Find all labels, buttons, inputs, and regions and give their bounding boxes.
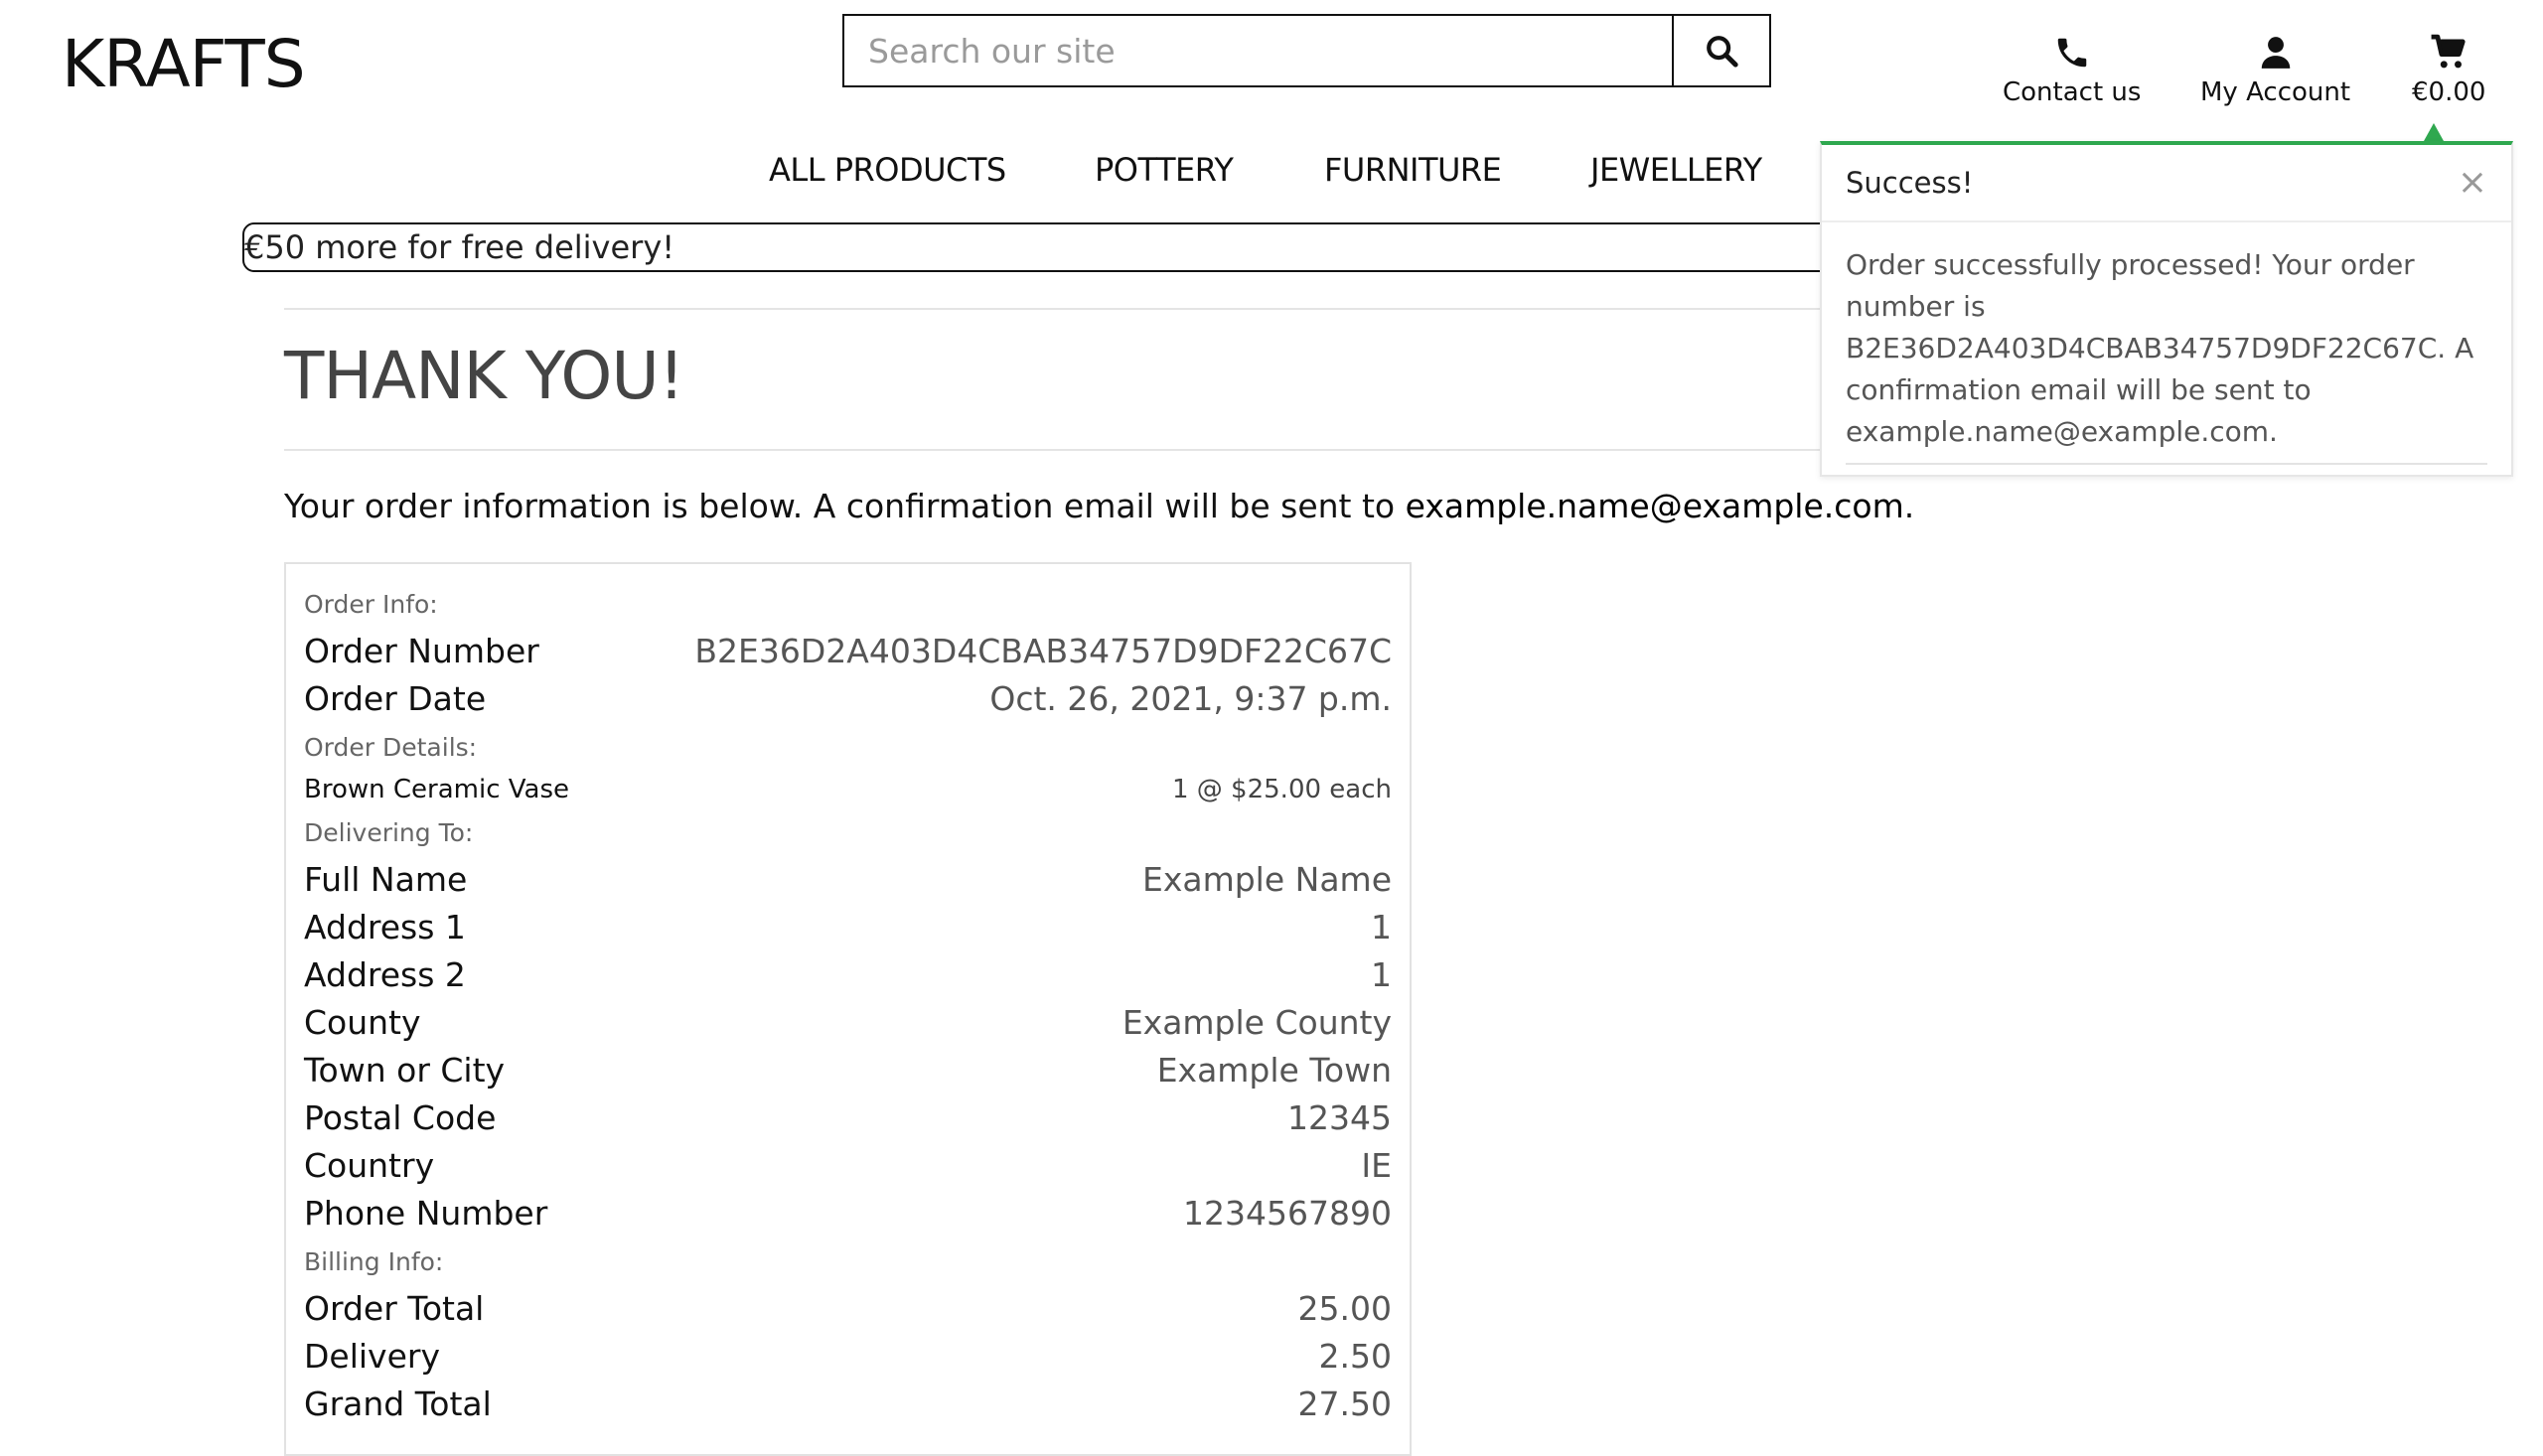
order-date-label: Order Date <box>304 679 487 718</box>
close-icon[interactable]: × <box>2458 165 2487 201</box>
item-quantity: 1 @ $25.00 each <box>1171 775 1392 804</box>
cart-total: €0.00 <box>2412 77 2486 107</box>
toast-header: Success! × <box>1822 145 2511 222</box>
cart-icon <box>2431 34 2466 69</box>
cart-link[interactable]: €0.00 <box>2412 34 2485 107</box>
toast-message: Order successfully processed! Your order… <box>1846 248 2474 448</box>
search-button[interactable] <box>1672 16 1769 85</box>
toast-divider <box>1846 463 2487 465</box>
intro-text-end: . <box>1903 487 1915 525</box>
billing-info-heading: Billing Info: <box>304 1247 444 1276</box>
item-name: Brown Ceramic Vase <box>304 775 569 804</box>
nav-all-products[interactable]: ALL PRODUCTS <box>769 151 1006 189</box>
nav-pottery[interactable]: POTTERY <box>1095 151 1234 189</box>
success-toast: Success! × Order successfully processed!… <box>1820 141 2513 477</box>
order-details-heading: Order Details: <box>304 733 478 762</box>
brand-logo[interactable]: KRAFTS <box>62 26 306 102</box>
delivering-to-heading: Delivering To: <box>304 818 474 847</box>
phone-icon <box>2057 38 2086 68</box>
grand-total-label: Grand Total <box>304 1384 492 1423</box>
toast-title: Success! <box>1846 166 1974 200</box>
toast-arrow <box>2424 123 2444 141</box>
delivery-label: Delivery <box>304 1337 440 1376</box>
nav-jewellery[interactable]: JEWELLERY <box>1590 151 1762 189</box>
address2-label: Address 2 <box>304 955 466 994</box>
intro-text-main: Your order information is below. A confi… <box>284 487 1406 525</box>
search-icon <box>1707 36 1738 68</box>
delivery-value: 2.50 <box>1318 1337 1392 1376</box>
county-label: County <box>304 1003 421 1042</box>
order-total-value: 25.00 <box>1297 1289 1392 1328</box>
phone-value: 1234567890 <box>1183 1194 1392 1233</box>
address2-value: 1 <box>1371 955 1392 994</box>
order-number-value: B2E36D2A403D4CBAB34757D9DF22C67C <box>694 632 1392 670</box>
country-value: IE <box>1361 1146 1392 1185</box>
my-account-label: My Account <box>2200 77 2351 107</box>
order-date-value: Oct. 26, 2021, 9:37 p.m. <box>989 679 1392 718</box>
town-value: Example Town <box>1156 1051 1392 1090</box>
town-label: Town or City <box>304 1051 506 1090</box>
nav-furniture[interactable]: FURNITURE <box>1324 151 1502 189</box>
order-summary-card: Order Info: Order Number B2E36D2A403D4CB… <box>284 562 1412 1456</box>
order-number-label: Order Number <box>304 632 539 670</box>
order-info-heading: Order Info: <box>304 590 438 619</box>
contact-us-link[interactable]: Contact us <box>2003 34 2141 107</box>
full-name-value: Example Name <box>1141 860 1392 899</box>
county-value: Example County <box>1122 1003 1392 1042</box>
phone-label: Phone Number <box>304 1194 548 1233</box>
search-bar <box>842 14 1771 87</box>
grand-total-value: 27.50 <box>1297 1384 1392 1423</box>
search-input[interactable] <box>844 16 1672 85</box>
address1-label: Address 1 <box>304 908 466 946</box>
intro-text: Your order information is below. A confi… <box>284 487 1914 525</box>
toast-body: Order successfully processed! Your order… <box>1822 222 2511 465</box>
page-title: THANK YOU! <box>284 338 684 414</box>
user-icon <box>2261 37 2290 69</box>
intro-email: example.name@example.com <box>1405 487 1904 525</box>
my-account-link[interactable]: My Account <box>2200 34 2350 107</box>
postal-code-label: Postal Code <box>304 1098 497 1137</box>
postal-code-value: 12345 <box>1287 1098 1392 1137</box>
contact-us-label: Contact us <box>2003 77 2142 107</box>
order-total-label: Order Total <box>304 1289 485 1328</box>
address1-value: 1 <box>1371 908 1392 946</box>
full-name-label: Full Name <box>304 860 468 899</box>
country-label: Country <box>304 1146 435 1185</box>
